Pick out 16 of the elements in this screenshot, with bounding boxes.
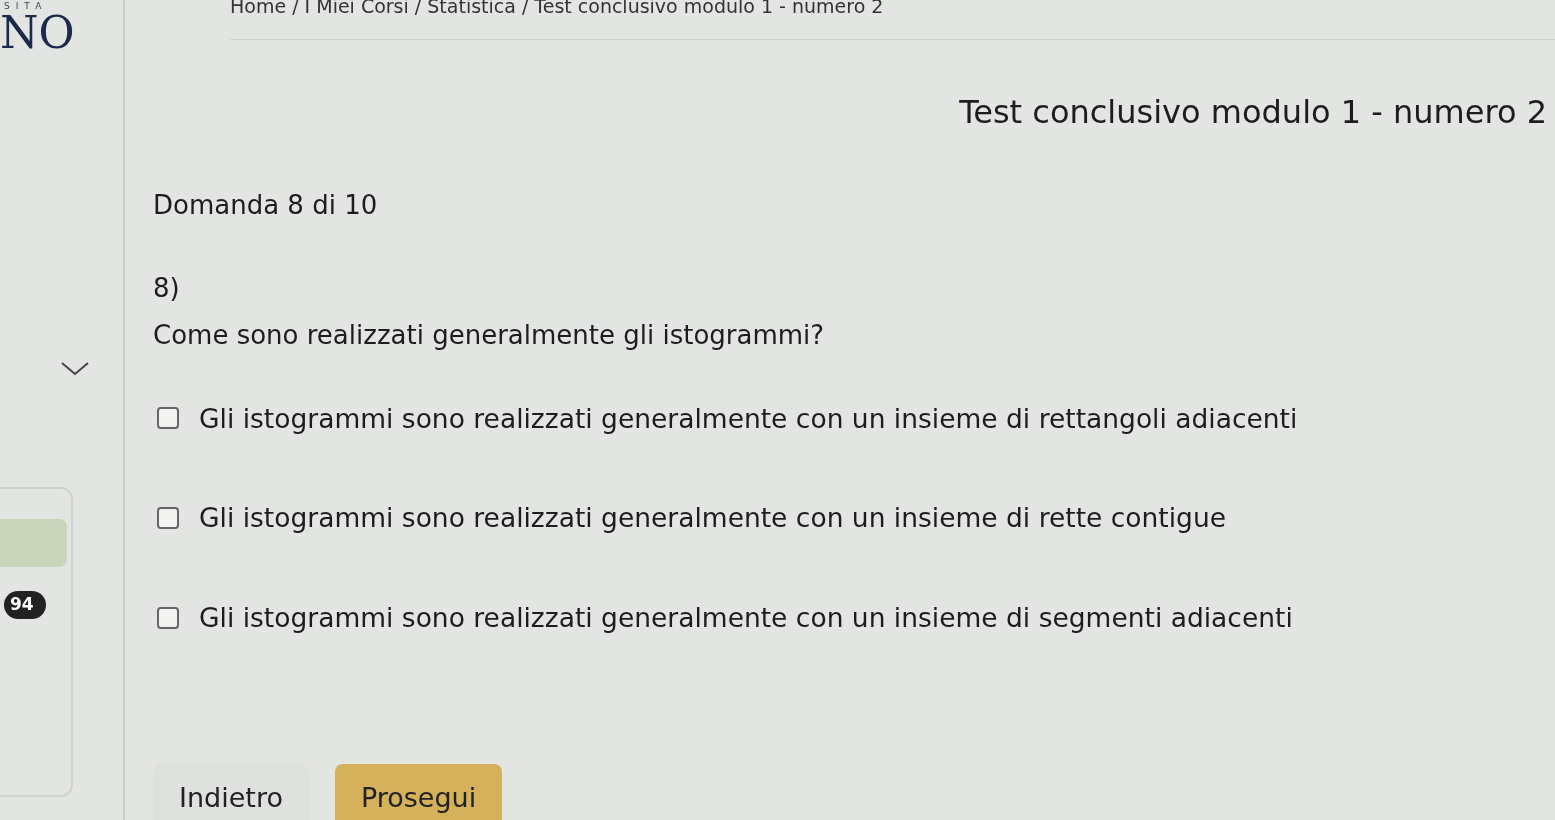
logo-subtitle: SITA	[3, 2, 49, 11]
score-badge: 94	[4, 591, 46, 619]
question-counter: Domanda 8 di 10	[153, 189, 378, 220]
question-number: 8)	[153, 272, 180, 303]
logo: NO	[0, 11, 76, 55]
quiz-title: Test conclusivo modulo 1 - numero 2	[959, 92, 1547, 131]
chevron-icon[interactable]	[60, 361, 90, 377]
answer-option[interactable]: Gli istogrammi sono realizzati generalmente con un insieme di rette contigue	[199, 498, 1227, 538]
answer-option[interactable]: Gli istogrammi sono realizzati generalmente con un insieme di segmenti adiacenti	[199, 598, 1293, 638]
checkbox[interactable]	[157, 507, 179, 530]
answer-option[interactable]: Gli istogrammi sono realizzati generalmente con un insieme di rettangoli adiacenti	[199, 398, 1298, 439]
continue-button[interactable]: Prosegui	[334, 763, 503, 820]
checkbox[interactable]	[157, 606, 179, 629]
checkbox[interactable]	[157, 407, 179, 430]
question-text: Come sono realizzati generalmente gli istogrammi?	[153, 319, 825, 350]
back-button[interactable]: Indietro	[153, 763, 309, 820]
